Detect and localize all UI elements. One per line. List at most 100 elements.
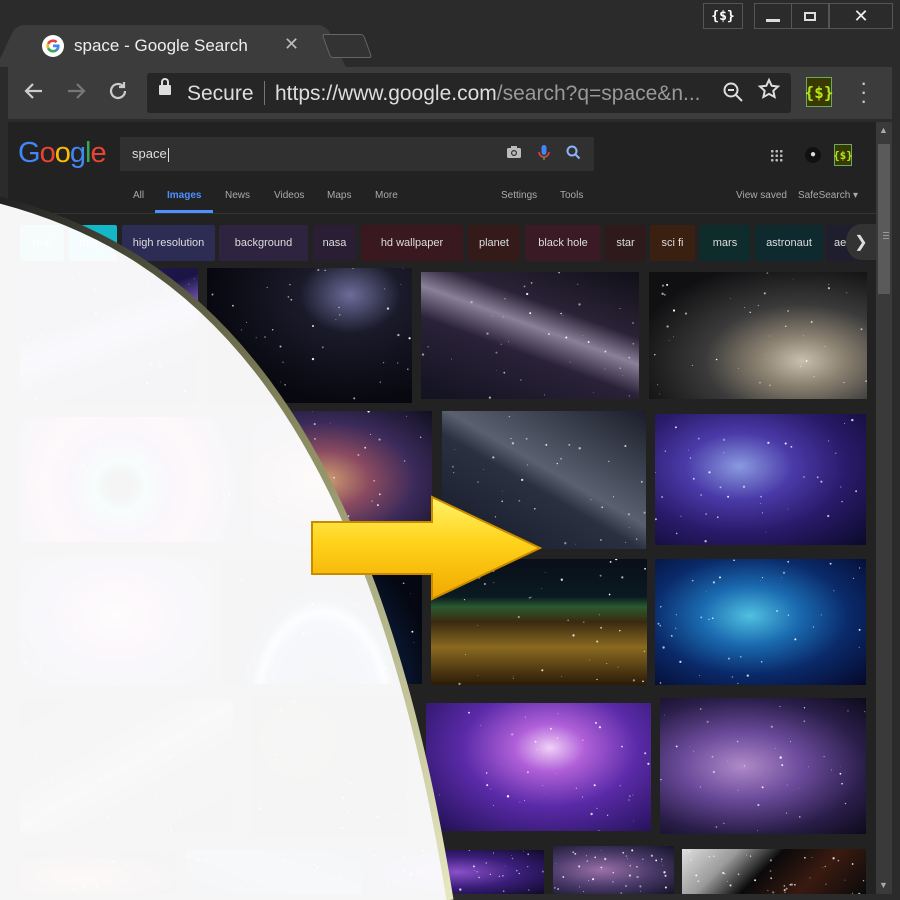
apps-grid-icon[interactable]	[770, 149, 783, 162]
star-dot	[289, 283, 291, 286]
scroll-down-icon[interactable]: ▼	[879, 880, 888, 890]
related-search-chip[interactable]: background	[219, 225, 308, 261]
back-arrow-icon[interactable]	[22, 79, 46, 110]
new-tab-button[interactable]	[321, 34, 373, 58]
star-dot	[294, 699, 297, 702]
star-dot	[574, 852, 577, 855]
settings-link[interactable]: Settings	[501, 190, 537, 201]
related-search-chip[interactable]: real	[20, 225, 64, 261]
star-dot	[82, 884, 84, 886]
tools-link[interactable]: Tools	[560, 190, 583, 201]
star-dot	[52, 605, 54, 607]
star-dot	[604, 857, 607, 861]
image-result-black-hole-swirl[interactable]	[20, 417, 243, 542]
image-result-cyan-nebula[interactable]	[655, 559, 866, 685]
safesearch-dropdown[interactable]: SafeSearch ▾	[798, 190, 858, 201]
camera-icon[interactable]	[506, 145, 522, 163]
star-dot	[699, 708, 702, 710]
image-result-violet-nebula-clouds[interactable]	[660, 698, 866, 834]
address-bar[interactable]: Secure https://www.google.com/search?q=s…	[147, 73, 791, 113]
star-dot	[851, 418, 854, 422]
related-search-chip[interactable]: astronaut	[755, 225, 823, 261]
google-logo[interactable]: Google	[18, 137, 107, 170]
star-dot	[149, 317, 151, 320]
related-search-chip[interactable]: black hole	[525, 225, 601, 261]
search-icon[interactable]	[566, 145, 581, 164]
tab-more[interactable]: More	[375, 190, 398, 201]
image-result-blue-milky-way[interactable]	[186, 850, 362, 894]
bookmark-star-icon[interactable]	[757, 77, 781, 108]
star-dot	[160, 451, 163, 454]
star-dot	[858, 628, 861, 631]
minimize-button[interactable]	[754, 3, 792, 29]
reload-icon[interactable]	[106, 79, 130, 110]
star-dot	[427, 346, 429, 348]
image-result-purple-galaxy[interactable]	[426, 703, 651, 831]
image-result-blue-nebula[interactable]	[655, 414, 866, 545]
star-dot	[519, 801, 521, 803]
image-result-astronaut-space[interactable]	[682, 849, 866, 894]
view-saved-link[interactable]: View saved	[736, 190, 787, 201]
microphone-icon[interactable]	[538, 145, 550, 165]
scrollbar[interactable]: ▲ ▼	[876, 122, 892, 894]
star-dot	[827, 514, 830, 518]
chevron-right-icon[interactable]: ❯	[846, 224, 876, 260]
url-text[interactable]: https://www.google.com/search?q=space&n.…	[275, 82, 701, 106]
star-dot	[214, 478, 217, 481]
related-search-chip[interactable]: planet	[468, 225, 520, 261]
tab-close-icon[interactable]: ✕	[284, 34, 299, 55]
extension-badge-icon[interactable]: {$}	[805, 77, 833, 107]
star-dot	[699, 786, 701, 788]
star-dot	[598, 830, 600, 831]
star-dot	[596, 640, 599, 643]
image-result-saturn[interactable]	[649, 272, 867, 399]
related-search-chip[interactable]: mars	[700, 225, 750, 261]
search-input[interactable]: space	[120, 137, 594, 171]
tab-news[interactable]: News	[225, 190, 250, 201]
related-search-chip[interactable]: hd wallpaper	[361, 225, 463, 261]
image-result-purple-storm[interactable]	[371, 850, 544, 894]
tab-all[interactable]: All	[133, 190, 144, 201]
image-result-milky-way-dark[interactable]	[20, 700, 233, 833]
image-result-galaxy-starfield[interactable]	[207, 268, 412, 403]
star-dot	[526, 292, 529, 296]
star-dot	[477, 624, 479, 626]
star-dot	[675, 614, 677, 616]
star-dot	[781, 576, 783, 578]
related-search-chip[interactable]: trippy	[69, 225, 117, 261]
scroll-up-icon[interactable]: ▲	[879, 125, 888, 135]
url-host: https://www.google.com	[275, 82, 497, 105]
tab-videos[interactable]: Videos	[274, 190, 304, 201]
star-dot	[230, 818, 232, 820]
notifications-bell-icon[interactable]: ●	[805, 147, 821, 163]
scrollbar-thumb[interactable]	[878, 144, 890, 294]
star-dot	[54, 869, 56, 871]
forward-arrow-icon[interactable]	[64, 79, 88, 110]
image-result-pink-nebula[interactable]	[20, 557, 213, 686]
star-dot	[278, 500, 281, 503]
related-search-chip[interactable]: sci fi	[650, 225, 695, 261]
star-dot	[670, 635, 673, 637]
tab-maps[interactable]: Maps	[327, 190, 351, 201]
extension-icon[interactable]: {$}	[703, 3, 743, 29]
tab-images[interactable]: Images	[167, 190, 201, 201]
image-result-milky-way-blue[interactable]	[442, 411, 646, 549]
browser-tab[interactable]: space - Google Search ✕	[18, 25, 318, 67]
image-result-earth-night-lights[interactable]	[431, 559, 647, 685]
related-search-chip[interactable]: high resolution	[122, 225, 215, 261]
extension-mini-icon[interactable]: {$}	[833, 144, 853, 166]
image-result-pink-stars[interactable]	[553, 846, 674, 894]
image-result-milky-way-band[interactable]	[421, 272, 639, 399]
menu-kebab-icon[interactable]: · · ·	[860, 72, 867, 112]
related-search-chip[interactable]: nasa	[313, 225, 356, 261]
related-search-chip[interactable]: star	[605, 225, 646, 261]
image-result-hubble-deep-field[interactable]	[251, 697, 408, 837]
star-dot	[659, 393, 660, 395]
image-result-earth-sunrise[interactable]	[222, 560, 422, 684]
image-result-nebula-orange[interactable]	[252, 411, 432, 549]
zoom-icon[interactable]	[722, 81, 744, 109]
maximize-button[interactable]	[791, 3, 829, 29]
image-result-milky-way-purple[interactable]	[20, 268, 198, 403]
close-window-button[interactable]: ✕	[829, 3, 893, 29]
image-result-orange-cloud[interactable]	[20, 853, 177, 894]
